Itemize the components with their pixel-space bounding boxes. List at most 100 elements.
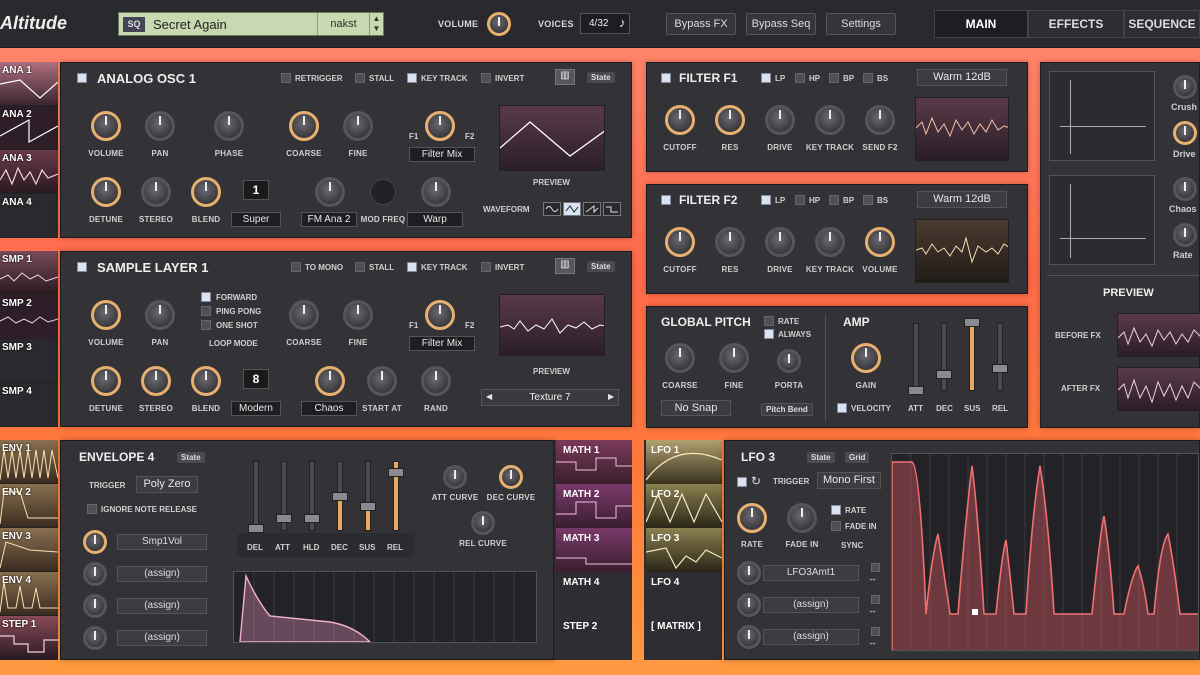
osc-filter-mix-knob[interactable]	[425, 111, 455, 141]
filter1-res-knob[interactable]	[715, 105, 745, 135]
drive-knob[interactable]	[1173, 121, 1197, 145]
sidebar-item-ana2[interactable]: ANA 2	[0, 106, 58, 150]
pitch-snap-field[interactable]: No Snap	[661, 400, 731, 416]
pitch-fine-knob[interactable]	[719, 343, 749, 373]
sample-filter-mix-knob[interactable]	[425, 300, 455, 330]
dec-curve-knob[interactable]	[499, 465, 523, 489]
tab-main[interactable]: MAIN	[934, 10, 1028, 38]
sample-keyboard-icon[interactable]: ▥	[555, 258, 575, 274]
osc-blend-knob[interactable]	[191, 177, 221, 207]
sample-chaos-field[interactable]: Chaos	[301, 401, 357, 416]
osc-enable-checkbox[interactable]	[77, 73, 87, 83]
crush-knob[interactable]	[1173, 75, 1197, 99]
next-sample-icon[interactable]: ▶	[608, 392, 614, 401]
tab-sequence[interactable]: SEQUENCE	[1124, 10, 1200, 38]
retrigger-checkbox[interactable]	[281, 73, 291, 83]
pitch-always-checkbox[interactable]	[764, 329, 774, 339]
bypass-seq-button[interactable]: Bypass Seq	[746, 13, 816, 35]
lfo-state-button[interactable]: State	[807, 452, 835, 463]
lfo-item-2[interactable]: LFO 2	[646, 484, 722, 528]
osc-fm-source[interactable]: FM Ana 2	[301, 212, 357, 227]
amp-dec-slider[interactable]	[936, 323, 952, 391]
sample-rand-knob[interactable]	[421, 366, 451, 396]
sample-stall-checkbox[interactable]	[355, 262, 365, 272]
lfo-fade-checkbox[interactable]	[831, 521, 841, 531]
lfo-matrix-item[interactable]: [ MATRIX ]	[646, 616, 722, 660]
env-del-handle[interactable]	[248, 524, 264, 533]
velocity-checkbox[interactable]	[837, 403, 847, 413]
filter1-send-knob[interactable]	[865, 105, 895, 135]
to-mono-checkbox[interactable]	[291, 262, 301, 272]
filter1-cutoff-knob[interactable]	[665, 105, 695, 135]
amp-gain-knob[interactable]	[851, 343, 881, 373]
filter2-type-field[interactable]: Warm 12dB	[917, 191, 1007, 208]
invert-checkbox[interactable]	[481, 73, 491, 83]
filter1-lp-checkbox[interactable]	[761, 73, 771, 83]
osc-warp-knob[interactable]	[421, 177, 451, 207]
sample-state-button[interactable]: State	[587, 261, 615, 272]
lfo-assign-2[interactable]: (assign)	[763, 597, 859, 613]
math-item-3[interactable]: MATH 3	[556, 528, 632, 572]
osc-detune-knob[interactable]	[91, 177, 121, 207]
filter1-hp-checkbox[interactable]	[795, 73, 805, 83]
env-amount-knob-4[interactable]	[83, 626, 107, 650]
osc-volume-knob[interactable]	[91, 111, 121, 141]
sample-enable-checkbox[interactable]	[77, 262, 87, 272]
preset-selector[interactable]: SQ Secret Again nakst ▲ ▼	[118, 12, 384, 36]
amp-rel-slider[interactable]	[992, 323, 1008, 391]
lfo-bipolar-checkbox-1[interactable]	[871, 563, 880, 572]
waveform-square-icon[interactable]	[603, 202, 621, 216]
osc-filter-mix-field[interactable]: Filter Mix	[409, 147, 475, 162]
chaos-knob[interactable]	[1173, 177, 1197, 201]
sidebar-item-ana1[interactable]: ANA 1	[0, 62, 58, 106]
bidirectional-arrow-icon[interactable]: ↔	[868, 605, 877, 615]
pitch-bend-button[interactable]: Pitch Bend	[761, 403, 813, 416]
ignore-release-checkbox[interactable]	[87, 504, 97, 514]
settings-button[interactable]: Settings	[826, 13, 896, 35]
sample-detune-knob[interactable]	[91, 366, 121, 396]
osc-warp-field[interactable]: Warp	[407, 212, 463, 227]
envelope-trigger-field[interactable]: Poly Zero	[136, 476, 198, 493]
sidebar-item-env3[interactable]: ENV 3	[0, 528, 58, 572]
filter1-enable-checkbox[interactable]	[661, 73, 671, 83]
lfo-rate-knob[interactable]	[737, 503, 767, 533]
filter1-drive-knob[interactable]	[765, 105, 795, 135]
env-assign-4[interactable]: (assign)	[117, 630, 207, 646]
lfo-item-3[interactable]: LFO 3	[646, 528, 722, 572]
sample-start-at-knob[interactable]	[367, 366, 397, 396]
tab-effects[interactable]: EFFECTS	[1028, 10, 1124, 38]
env-dec-handle[interactable]	[332, 492, 348, 501]
lfo-item-1[interactable]: LFO 1	[646, 440, 722, 484]
env-assign-3[interactable]: (assign)	[117, 598, 207, 614]
filter1-bs-checkbox[interactable]	[863, 73, 873, 83]
waveform-saw-icon[interactable]	[583, 202, 601, 216]
waveform-triangle-icon[interactable]	[563, 202, 581, 216]
pitch-rate-checkbox[interactable]	[764, 316, 774, 326]
math-item-2[interactable]: MATH 2	[556, 484, 632, 528]
env-sus-handle[interactable]	[360, 502, 376, 511]
stall-checkbox[interactable]	[355, 73, 365, 83]
lfo-rate-checkbox[interactable]	[831, 505, 841, 515]
amp-sus-slider[interactable]	[964, 318, 980, 391]
lfo-amount-knob-3[interactable]	[737, 625, 761, 649]
math-item-4[interactable]: MATH 4	[556, 572, 632, 616]
sample-filter-mix-field[interactable]: Filter Mix	[409, 336, 475, 351]
math-item-1[interactable]: MATH 1	[556, 440, 632, 484]
sample-stereo-knob[interactable]	[141, 366, 171, 396]
osc-unison-mode[interactable]: Super	[231, 212, 281, 227]
bidirectional-arrow-icon[interactable]: ↔	[868, 637, 877, 647]
rel-curve-knob[interactable]	[471, 511, 495, 535]
env-att-handle[interactable]	[276, 514, 292, 523]
sample-unison-count[interactable]: 8	[243, 369, 269, 389]
amp-att-slider[interactable]	[908, 323, 924, 395]
env-assign-1[interactable]: Smp1Vol	[117, 534, 207, 550]
filter2-hp-checkbox[interactable]	[795, 195, 805, 205]
one-shot-checkbox[interactable]	[201, 320, 211, 330]
xy-pad-1[interactable]	[1049, 71, 1155, 161]
lfo-fade-in-knob[interactable]	[787, 503, 817, 533]
filter2-res-knob[interactable]	[715, 227, 745, 257]
pitch-coarse-knob[interactable]	[665, 343, 695, 373]
lfo-assign-1[interactable]: LFO3Amt1	[763, 565, 859, 581]
lfo-trigger-field[interactable]: Mono First	[817, 472, 881, 489]
sample-pan-knob[interactable]	[145, 300, 175, 330]
